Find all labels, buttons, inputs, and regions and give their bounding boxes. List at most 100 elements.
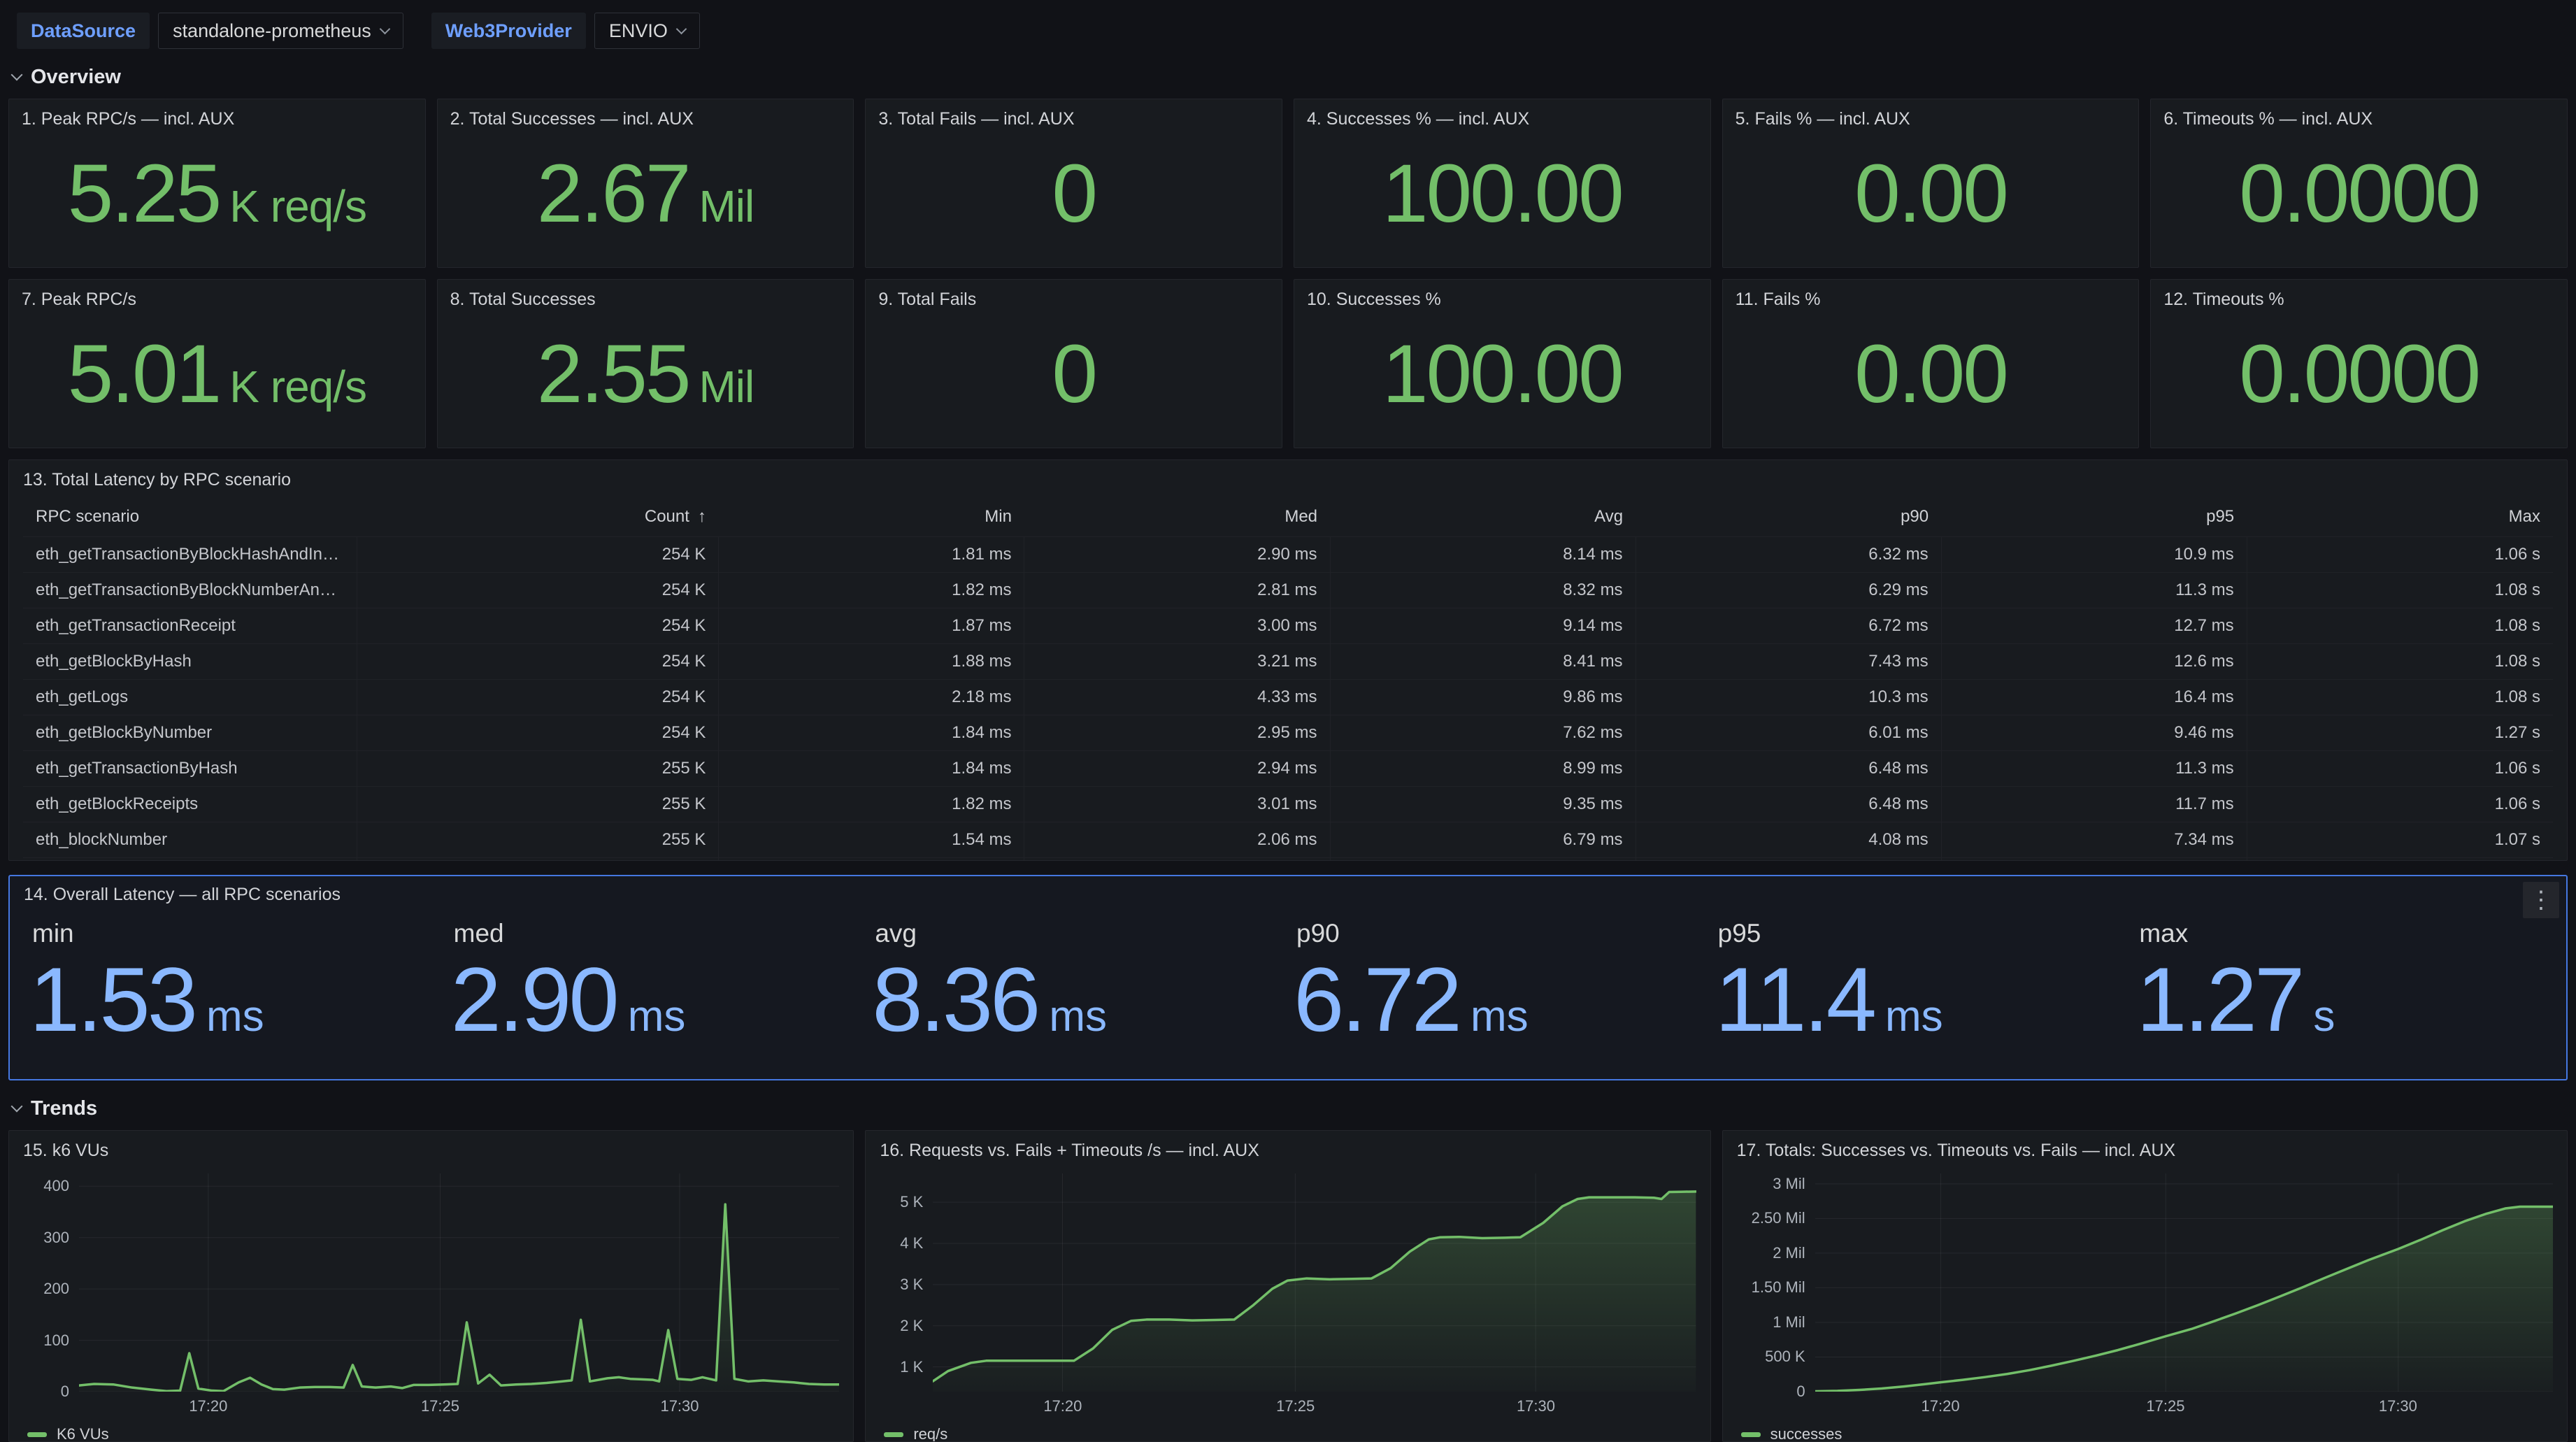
overall-stat-line: 2.90 ms [451,950,867,1050]
metric-cell: 6.72 ms [1636,608,1941,644]
metric-cell: 6.48 ms [1636,751,1941,787]
column-header-label: Max [2509,507,2540,526]
panel-title[interactable]: 3. Total Fails — incl. AUX [878,109,1269,129]
latency-header-row: RPC scenarioCount↑MinMedAvgp90p95 Max [23,499,2553,537]
column-header-label: Count [645,507,689,526]
metric-cell: 12.6 ms [1941,644,2247,680]
overall-stat-value: 2.90 [451,950,617,1050]
provider-value: ENVIO [609,20,668,42]
y-axis-label: 1 K [900,1358,923,1376]
legend-item[interactable]: successes [1741,1425,2553,1442]
plot-area: 17:2017:2517:30 [1815,1173,2553,1392]
table-row: eth_getTransactionByBlockHashAndIndex254… [23,537,2553,573]
latency-table-panel: 13. Total Latency by RPC scenario RPC sc… [8,459,2568,861]
panel-title[interactable]: 11. Fails % [1736,290,2126,310]
metric-cell: 254 K [357,680,719,715]
panel-title[interactable]: 14. Overall Latency — all RPC scenarios [24,885,2552,905]
stat-value: 0 [1052,152,1096,235]
panel-title[interactable]: 7. Peak RPC/s [22,290,413,310]
datasource-label: DataSource [17,13,150,49]
x-axis-label: 17:20 [1922,1397,1960,1415]
table-row: eth_getTransactionByHash255 K1.84 ms2.94… [23,751,2553,787]
plot-area: 17:2017:2517:30 [933,1173,1696,1392]
metric-cell: 7.43 ms [1636,644,1941,680]
metric-cell: 1.06 s [2247,787,2553,822]
stat-value-wrap: 0 [873,152,1275,235]
provider-variable: Web3Provider ENVIO [431,13,700,49]
column-header[interactable]: Count↑ [357,499,719,537]
section-title: Overview [31,66,121,89]
stat-value: 0.00 [1854,152,2007,235]
rpc-scenario-cell: eth_getLogs [23,680,357,715]
table-row: eth_blockNumber255 K1.54 ms2.06 ms6.79 m… [23,822,2553,858]
column-header[interactable]: Med [1024,499,1330,537]
chart-area: 0100200300400 17:2017:2517:30 [23,1173,839,1392]
stat-value-wrap: 2.55 Mil [445,333,847,415]
chevron-down-icon [379,23,390,34]
stat-panel: 6. Timeouts % — incl. AUX 0.0000 [2150,99,2568,268]
overall-stat-line: 8.36 ms [872,950,1288,1050]
rpc-scenario-cell: eth_chainId [23,858,357,862]
x-axis-label: 17:25 [2146,1397,2184,1415]
y-axis-label: 400 [43,1177,69,1195]
panel-title[interactable]: 9. Total Fails [878,290,1269,310]
column-header[interactable]: p95 [1941,499,2247,537]
panel-title[interactable]: 5. Fails % — incl. AUX [1736,109,2126,129]
x-axis-label: 17:30 [1517,1397,1555,1415]
overall-stat-unit: s [2313,992,2335,1041]
metric-cell: 1.84 ms [719,751,1024,787]
overall-stat-value: 11.4 [1715,950,1874,1050]
provider-select[interactable]: ENVIO [594,13,700,49]
panel-title[interactable]: 6. Timeouts % — incl. AUX [2163,109,2554,129]
column-header[interactable]: RPC scenario [23,499,357,537]
column-header[interactable]: p90 [1636,499,1941,537]
table-row: eth_getBlockByNumber254 K1.84 ms2.95 ms7… [23,715,2553,751]
panel-title[interactable]: 12. Timeouts % [2163,290,2554,310]
overall-stat-line: 11.4 ms [1715,950,2131,1050]
chevron-down-icon [11,1101,23,1113]
metric-cell: 1.54 ms [719,822,1024,858]
chevron-down-icon [11,69,23,81]
chart-canvas [933,1173,1696,1392]
metric-cell: 6.74 ms [1941,858,2247,862]
overall-stat-line: 6.72 ms [1294,950,1710,1050]
panel-title[interactable]: 15. k6 VUs [23,1141,839,1161]
panel-title[interactable]: 10. Successes % [1307,290,1698,310]
metric-cell: 1.07 s [2247,822,2553,858]
panel-title[interactable]: 16. Requests vs. Fails + Timeouts /s — i… [880,1141,1696,1161]
stat-unit: K req/s [229,180,366,232]
metric-cell: 6.94 ms [1330,858,1636,862]
stat-value: 100.00 [1382,333,1622,415]
panel-title[interactable]: 17. Totals: Successes vs. Timeouts vs. F… [1737,1141,2553,1161]
y-axis-label: 100 [43,1332,69,1350]
column-header[interactable]: Avg [1330,499,1636,537]
stat-unit: K req/s [229,361,366,413]
chevron-down-icon [676,23,687,34]
y-axis-label: 3 K [900,1276,923,1294]
stat-panel: 7. Peak RPC/s 5.01 K req/s [8,279,426,448]
metric-cell: 1.06 s [2247,537,2553,573]
legend-label: successes [1770,1425,1842,1442]
overall-latency-panel: 14. Overall Latency — all RPC scenarios … [8,875,2568,1080]
panel-menu-icon[interactable]: ⋮ [2523,882,2559,918]
column-header[interactable]: Min [719,499,1024,537]
panel-title[interactable]: 8. Total Successes [450,290,841,310]
panel-title[interactable]: 1. Peak RPC/s — incl. AUX [22,109,413,129]
legend-item[interactable]: K6 VUs [27,1425,839,1442]
x-axis-label: 17:20 [1043,1397,1082,1415]
overall-stat: med 2.90 ms [445,911,867,1050]
overall-stat-value: 1.27 [2136,950,2302,1050]
y-axis-label: 0 [1796,1383,1805,1401]
chart-panel: 15. k6 VUs 0100200300400 17:2017:2517:30… [8,1130,854,1442]
section-row-trends[interactable]: Trends [13,1097,2576,1120]
datasource-select[interactable]: standalone-prometheus [158,13,403,49]
panel-title[interactable]: 4. Successes % — incl. AUX [1307,109,1698,129]
panel-title[interactable]: 13. Total Latency by RPC scenario [23,470,2553,490]
section-row-overview[interactable]: Overview [13,66,2576,89]
panel-title[interactable]: 2. Total Successes — incl. AUX [450,109,841,129]
overall-stat-value: 6.72 [1294,950,1459,1050]
y-axis-label: 5 K [900,1193,923,1211]
legend-item[interactable]: req/s [884,1425,1696,1442]
column-header[interactable]: Max [2247,499,2553,537]
metric-cell: 6.32 ms [1636,537,1941,573]
